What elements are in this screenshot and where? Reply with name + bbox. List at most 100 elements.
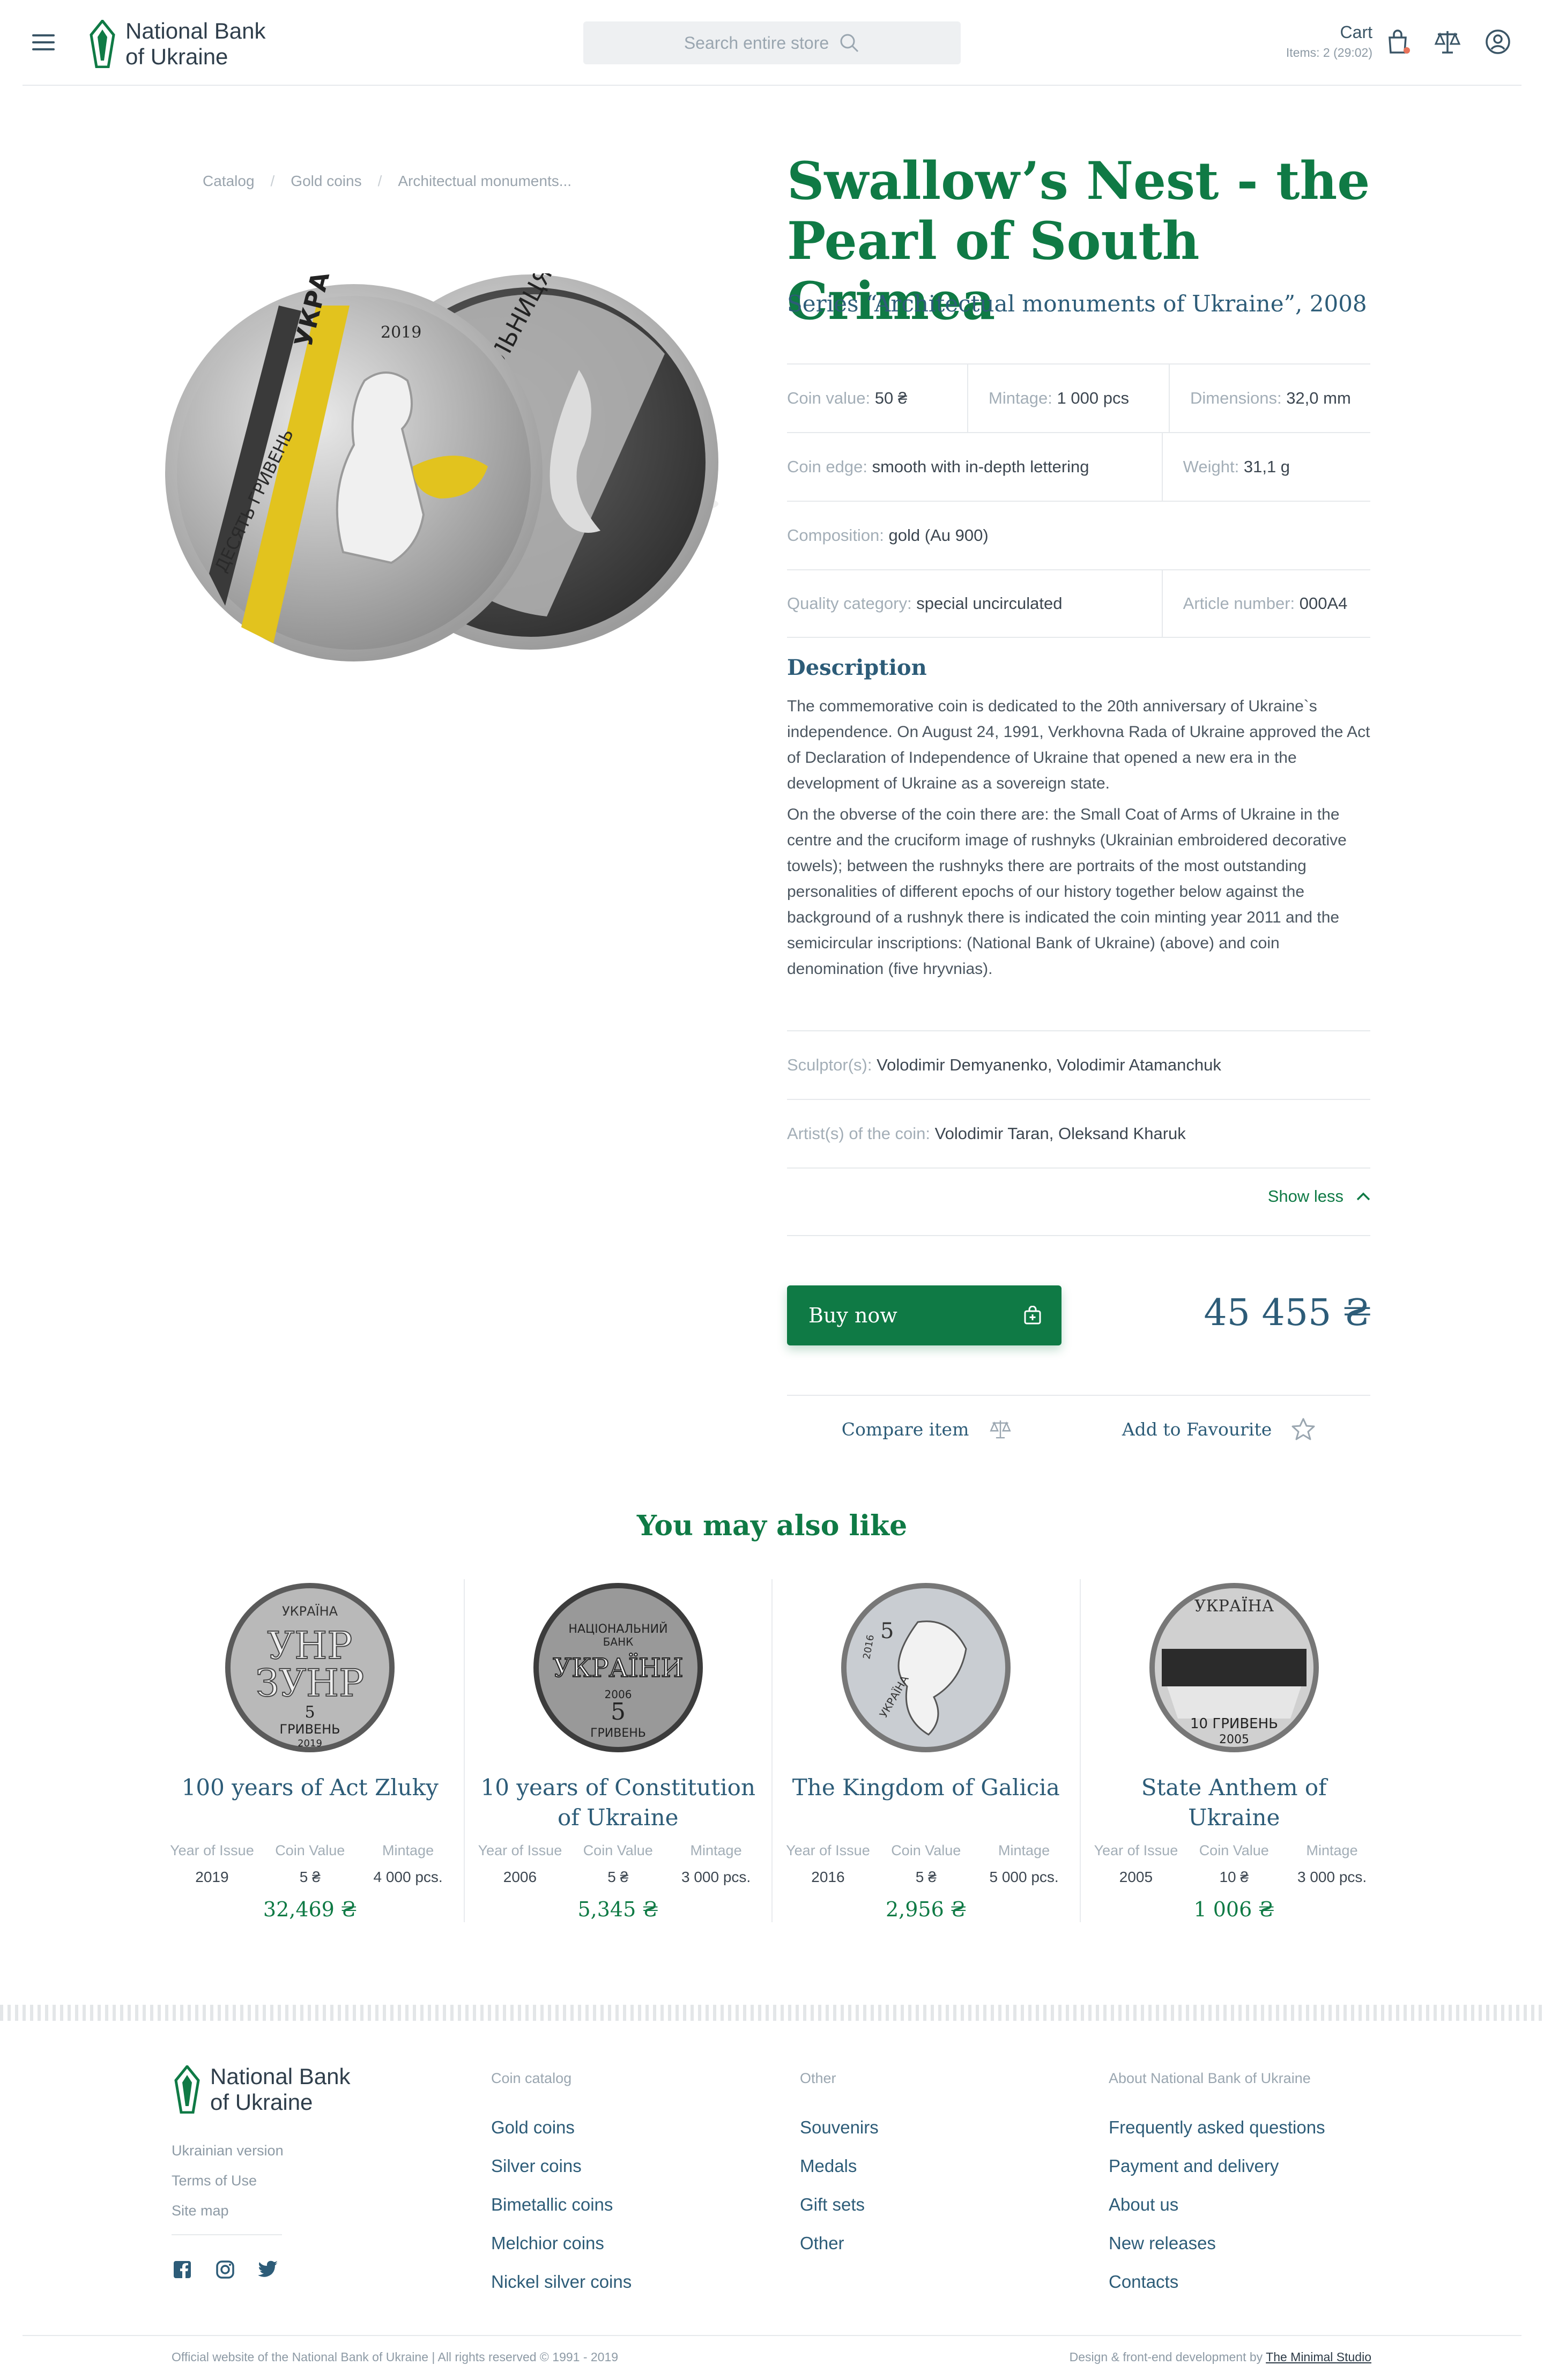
- spec-label: Coin value:: [787, 389, 871, 407]
- cart-items-count: Items: 2 (29:02): [1286, 46, 1372, 59]
- coin-value: 5 ₴: [915, 1869, 937, 1885]
- value-label: Coin Value: [583, 1842, 653, 1858]
- footer-link[interactable]: Frequently asked questions: [1109, 2108, 1325, 2147]
- footer-link[interactable]: Nickel silver coins: [491, 2263, 632, 2301]
- footer-link[interactable]: Souvenirs: [800, 2108, 879, 2147]
- cart-summary[interactable]: Cart Items: 2 (29:02): [1286, 23, 1372, 60]
- spec-label: Mintage:: [989, 389, 1052, 407]
- footer-link[interactable]: Contacts: [1109, 2263, 1325, 2301]
- footer-column-title: Other: [800, 2070, 836, 2086]
- footer-link[interactable]: Payment and delivery: [1109, 2147, 1325, 2185]
- coin-legend: 5: [880, 1619, 894, 1643]
- card-title[interactable]: State Anthem of Ukraine: [1081, 1773, 1388, 1842]
- twitter-icon[interactable]: [258, 2260, 279, 2278]
- footer-link[interactable]: Medals: [800, 2147, 879, 2185]
- breadcrumb-current[interactable]: Architectual monuments...: [398, 173, 571, 190]
- buy-now-button[interactable]: Buy now: [787, 1285, 1062, 1345]
- show-less-label: Show less: [1267, 1187, 1343, 1206]
- coin-thumbnail[interactable]: УКРАЇНА УНР ЗУНР 5 ГРИВЕНЬ 2019: [221, 1579, 398, 1756]
- card-title[interactable]: 100 years of Act Zluky: [157, 1773, 464, 1842]
- compare-item-button[interactable]: Compare item: [842, 1418, 1013, 1440]
- value-label: Coin Value: [891, 1842, 961, 1858]
- card-meta-labels: Year of Issue Coin Value Mintage: [773, 1842, 1080, 1859]
- coin-thumbnail[interactable]: НАЦІОНАЛЬНИЙ БАНК УКРАЇНИ 2006 5 ГРИВЕНЬ: [530, 1579, 707, 1756]
- brand-line-1: National Bank: [210, 2064, 351, 2089]
- spec-value: 000A4: [1299, 594, 1348, 613]
- add-to-favourite-label: Add to Favourite: [1122, 1418, 1272, 1440]
- social-links: [173, 2260, 279, 2279]
- product-card[interactable]: НАЦІОНАЛЬНИЙ БАНК УКРАЇНИ 2006 5 ГРИВЕНЬ…: [463, 1579, 772, 1922]
- bag-icon: [1024, 1306, 1041, 1325]
- site-logo[interactable]: National Bank of Ukraine: [88, 18, 266, 70]
- card-price: 5,345 ₴: [577, 1898, 658, 1921]
- search-input[interactable]: Search entire store: [583, 21, 961, 64]
- credit-label: Artist(s) of the coin:: [787, 1124, 931, 1143]
- footer-link[interactable]: About us: [1109, 2185, 1325, 2224]
- footer-ornament: [0, 2005, 1544, 2021]
- mintage-label: Mintage: [690, 1842, 742, 1858]
- spec-label: Weight:: [1183, 457, 1239, 476]
- search-icon[interactable]: [838, 32, 860, 54]
- coin-legend: БАНК: [603, 1635, 633, 1648]
- header-divider: [23, 85, 1521, 86]
- product-price: 45 455 ₴: [1204, 1292, 1371, 1334]
- copyright-text: Official website of the National Bank of…: [172, 2350, 619, 2364]
- footer-link-terms[interactable]: Terms of Use: [172, 2166, 284, 2196]
- developer-link[interactable]: The Minimal Studio: [1266, 2350, 1371, 2364]
- spec-label: Coin edge:: [787, 457, 867, 476]
- star-icon: [1291, 1418, 1315, 1440]
- card-meta-values: 2005 10 ₴ 3 000 pcs.: [1081, 1869, 1388, 1886]
- footer-link[interactable]: Other: [800, 2224, 879, 2263]
- description-paragraph: The commemorative coin is dedicated to t…: [787, 697, 1370, 792]
- coin-thumbnail[interactable]: 5 2016 УКРАЇНА: [837, 1579, 1014, 1756]
- card-meta-values: 2019 5 ₴ 4 000 pcs.: [157, 1869, 464, 1886]
- card-price: 32,469 ₴: [263, 1898, 357, 1921]
- footer-link-sitemap[interactable]: Site map: [172, 2196, 284, 2226]
- card-title[interactable]: The Kingdom of Galicia: [773, 1773, 1080, 1842]
- spec-value: special uncirculated: [916, 594, 1063, 613]
- card-title[interactable]: 10 years of Constitution of Ukraine: [465, 1773, 772, 1842]
- coin-thumbnail[interactable]: УКРАЇНА 10 ГРИВЕНЬ 2005: [1146, 1579, 1323, 1756]
- mintage-value: 4 000 pcs.: [373, 1869, 443, 1885]
- year-value: 2006: [503, 1869, 537, 1885]
- product-card[interactable]: УКРАЇНА УНР ЗУНР 5 ГРИВЕНЬ 2019 100 year…: [157, 1579, 464, 1922]
- year-label: Year of Issue: [170, 1842, 254, 1858]
- footer-link[interactable]: Silver coins: [491, 2147, 632, 2185]
- footer-link-ukrainian[interactable]: Ukrainian version: [172, 2136, 284, 2166]
- spec-label: Dimensions:: [1190, 389, 1282, 407]
- nbu-logo-icon: [174, 2065, 200, 2114]
- cart-icon[interactable]: [1384, 28, 1412, 56]
- card-meta-values: 2016 5 ₴ 5 000 pcs.: [773, 1869, 1080, 1886]
- instagram-icon[interactable]: [216, 2260, 235, 2279]
- coin-legend: 2005: [1219, 1733, 1249, 1746]
- footer-link[interactable]: Melchior coins: [491, 2224, 632, 2263]
- spec-composition: Composition: gold (Au 900): [787, 502, 1370, 569]
- footer-link[interactable]: New releases: [1109, 2224, 1325, 2263]
- breadcrumb-separator: /: [377, 173, 382, 189]
- year-label: Year of Issue: [478, 1842, 562, 1858]
- facebook-icon[interactable]: [173, 2260, 192, 2279]
- product-coin-image[interactable]: ЛЬНИЦЯ 2019 УКРАЇНА ДЕСЯТЬ ГРИВЕНЬ: [161, 273, 740, 681]
- footer-link[interactable]: Gift sets: [800, 2185, 879, 2224]
- year-label: Year of Issue: [786, 1842, 870, 1858]
- add-to-favourite-button[interactable]: Add to Favourite: [1122, 1417, 1316, 1441]
- user-icon[interactable]: [1484, 28, 1512, 56]
- credit-value: Volodimir Taran, Oleksand Kharuk: [934, 1124, 1186, 1143]
- menu-icon[interactable]: [32, 34, 55, 50]
- show-less-button[interactable]: Show less: [1268, 1187, 1371, 1206]
- product-card[interactable]: УКРАЇНА 10 ГРИВЕНЬ 2005 State Anthem of …: [1079, 1579, 1388, 1922]
- breadcrumb-catalog[interactable]: Catalog: [203, 173, 255, 190]
- spec-value: gold (Au 900): [888, 526, 989, 545]
- product-card[interactable]: 5 2016 УКРАЇНА The Kingdom of Galicia Ye…: [771, 1579, 1080, 1922]
- buy-now-label: Buy now: [808, 1304, 897, 1327]
- footer-link[interactable]: Bimetallic coins: [491, 2185, 632, 2224]
- compare-scales-icon[interactable]: [1434, 28, 1461, 56]
- footer-link[interactable]: Gold coins: [491, 2108, 632, 2147]
- footer-column-title: About National Bank of Ukraine: [1109, 2070, 1311, 2086]
- footer-logo[interactable]: National Bank of Ukraine: [173, 2064, 351, 2115]
- description-title: Description: [787, 655, 927, 680]
- spec-article-number: Article number: 000A4: [1161, 570, 1370, 637]
- spec-table: Coin value: 50 ₴ Mintage: 1 000 pcs Dime…: [787, 363, 1370, 638]
- breadcrumb-gold-coins[interactable]: Gold coins: [291, 173, 361, 190]
- credit-row: Sculptor(s): Volodimir Demyanenko, Volod…: [787, 1030, 1370, 1099]
